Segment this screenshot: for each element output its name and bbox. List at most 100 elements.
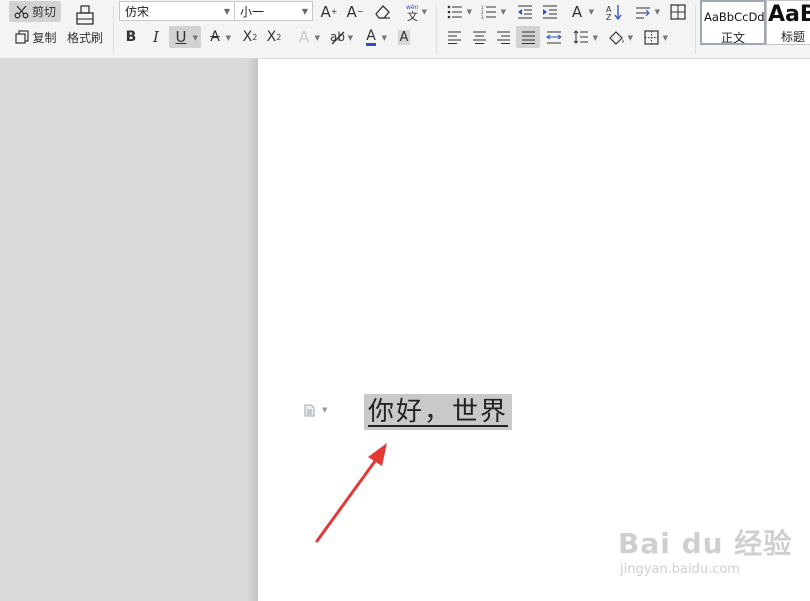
clear-format-button[interactable] [371,1,393,22]
pinyin-icon: wén 文 [406,4,419,21]
strikethrough-icon: A [210,29,220,45]
align-left-icon [447,31,461,44]
font-color-button[interactable]: A ▼ [360,27,390,47]
selected-document-text[interactable]: 你好，世界 [364,394,513,430]
paint-bucket-icon [608,30,623,45]
bold-button[interactable]: B [121,27,141,47]
increase-font-button[interactable]: A + [318,1,340,22]
cut-button[interactable]: 剪切 [9,1,61,22]
style-normal[interactable]: AaBbCcDd 正文 [700,0,766,45]
style-heading[interactable]: AaB 标题 [766,0,810,45]
underline-button[interactable]: U ▼ [169,26,201,48]
chevron-down-icon: ▼ [500,8,506,16]
format-painter-label: 格式刷 [66,31,103,45]
justify-icon [521,31,535,44]
outdent-icon [518,5,532,18]
decrease-font-button[interactable]: A − [344,1,366,22]
sort-icon: A Z [606,4,622,20]
watermark-brand: Bai du 经验 [618,527,793,560]
group-separator [113,6,114,54]
border-grid-icon [643,29,659,45]
align-center-button[interactable] [469,27,489,47]
font-name-value: 仿宋 [125,5,150,19]
shading-button[interactable]: ▼ [605,27,635,47]
paragraph-marks-icon [636,7,650,18]
phonetic-guide-button[interactable]: wén 文 ▼ [398,1,428,22]
char-shading-icon: A [397,29,411,45]
cut-label: 剪切 [31,5,56,19]
format-painter-button[interactable]: 格式刷 [64,1,106,49]
align-center-icon [472,31,486,44]
distributed-button[interactable] [543,27,565,47]
table-icon [670,3,686,20]
increase-indent-button[interactable] [539,1,561,22]
eraser-icon [374,5,390,19]
show-marks-button[interactable]: ▼ [632,1,662,22]
style-heading-label: 标题 [781,30,806,44]
chevron-down-icon: ▼ [662,34,668,42]
scissors-icon [14,5,29,18]
chevron-down-icon: ▼ [301,7,308,16]
bullet-list-icon [447,5,462,18]
chevron-down-icon: ▼ [225,34,231,42]
svg-text:Z: Z [606,13,612,20]
numbered-list-button[interactable]: 1 2 3 ▼ [478,1,508,22]
superscript-button[interactable]: X2 [240,27,260,47]
char-shading-button[interactable]: A [394,27,414,47]
change-case-button[interactable]: A ▼ [566,1,596,22]
ribbon-toolbar: 剪切 复制 格式刷 仿宋 ▼ 小一 ▼ A + A − wén 文 ▼ B I … [0,0,810,59]
chevron-down-icon: ▼ [466,8,472,16]
highlighter-icon: ab [330,30,345,44]
line-spacing-button[interactable]: ▼ [570,27,600,47]
bullet-list-button[interactable]: ▼ [444,1,474,22]
chevron-down-icon: ▼ [314,34,320,42]
font-size-value: 小一 [240,5,265,19]
strikethrough-button[interactable]: A ▼ [204,27,234,47]
text-effect-button[interactable]: A ▼ [293,27,323,47]
italic-button[interactable]: I [146,27,166,47]
indent-icon [543,5,557,18]
page-shadow [247,59,258,601]
copy-button[interactable]: 复制 [11,27,61,47]
chevron-down-icon: ▼ [627,34,633,42]
chevron-down-icon: ▼ [654,8,660,16]
table-borders-button[interactable] [667,1,689,22]
watermark-url: jingyan.baidu.com [620,562,740,577]
highlight-button[interactable]: ab ▼ [326,27,356,47]
justify-button[interactable] [516,26,540,48]
numbered-list-icon: 1 2 3 [481,5,496,19]
style-normal-preview: AaBbCcDd [704,10,765,24]
align-right-icon [496,31,510,44]
paragraph-layout-icon[interactable] [304,404,315,417]
format-painter-icon [76,5,94,25]
borders-button[interactable]: ▼ [640,27,670,47]
svg-text:3: 3 [481,15,484,19]
svg-text:ab: ab [330,30,345,44]
chevron-down-icon: ▼ [592,34,598,42]
group-separator [436,6,437,54]
style-heading-preview: AaB [768,2,810,27]
subscript-button[interactable]: X2 [264,27,284,47]
copy-label: 复制 [32,30,57,45]
chevron-down-icon: ▼ [347,34,353,42]
baidu-watermark: Bai du 经验 jingyan.baidu.com [618,512,798,582]
chevron-down-icon: ▼ [223,7,230,16]
decrease-indent-button[interactable] [514,1,536,22]
align-left-button[interactable] [444,27,464,47]
font-name-select[interactable]: 仿宋 ▼ [119,1,235,21]
distribute-icon [546,31,562,43]
line-spacing-icon [573,30,588,44]
align-right-button[interactable] [493,27,513,47]
chevron-down-icon: ▼ [588,8,594,16]
font-size-select[interactable]: 小一 ▼ [234,1,313,21]
style-normal-label: 正文 [720,31,745,45]
font-color-icon: A [366,27,376,46]
annotation-arrow-icon [315,443,387,543]
chevron-down-icon: ▼ [192,34,198,42]
chevron-down-icon: ▼ [381,34,387,42]
text-effect-icon: A [298,28,310,46]
chevron-down-icon[interactable]: ▼ [322,406,327,414]
sort-button[interactable]: A Z [603,1,625,22]
copy-icon [15,30,30,44]
svg-text:文: 文 [407,9,418,21]
